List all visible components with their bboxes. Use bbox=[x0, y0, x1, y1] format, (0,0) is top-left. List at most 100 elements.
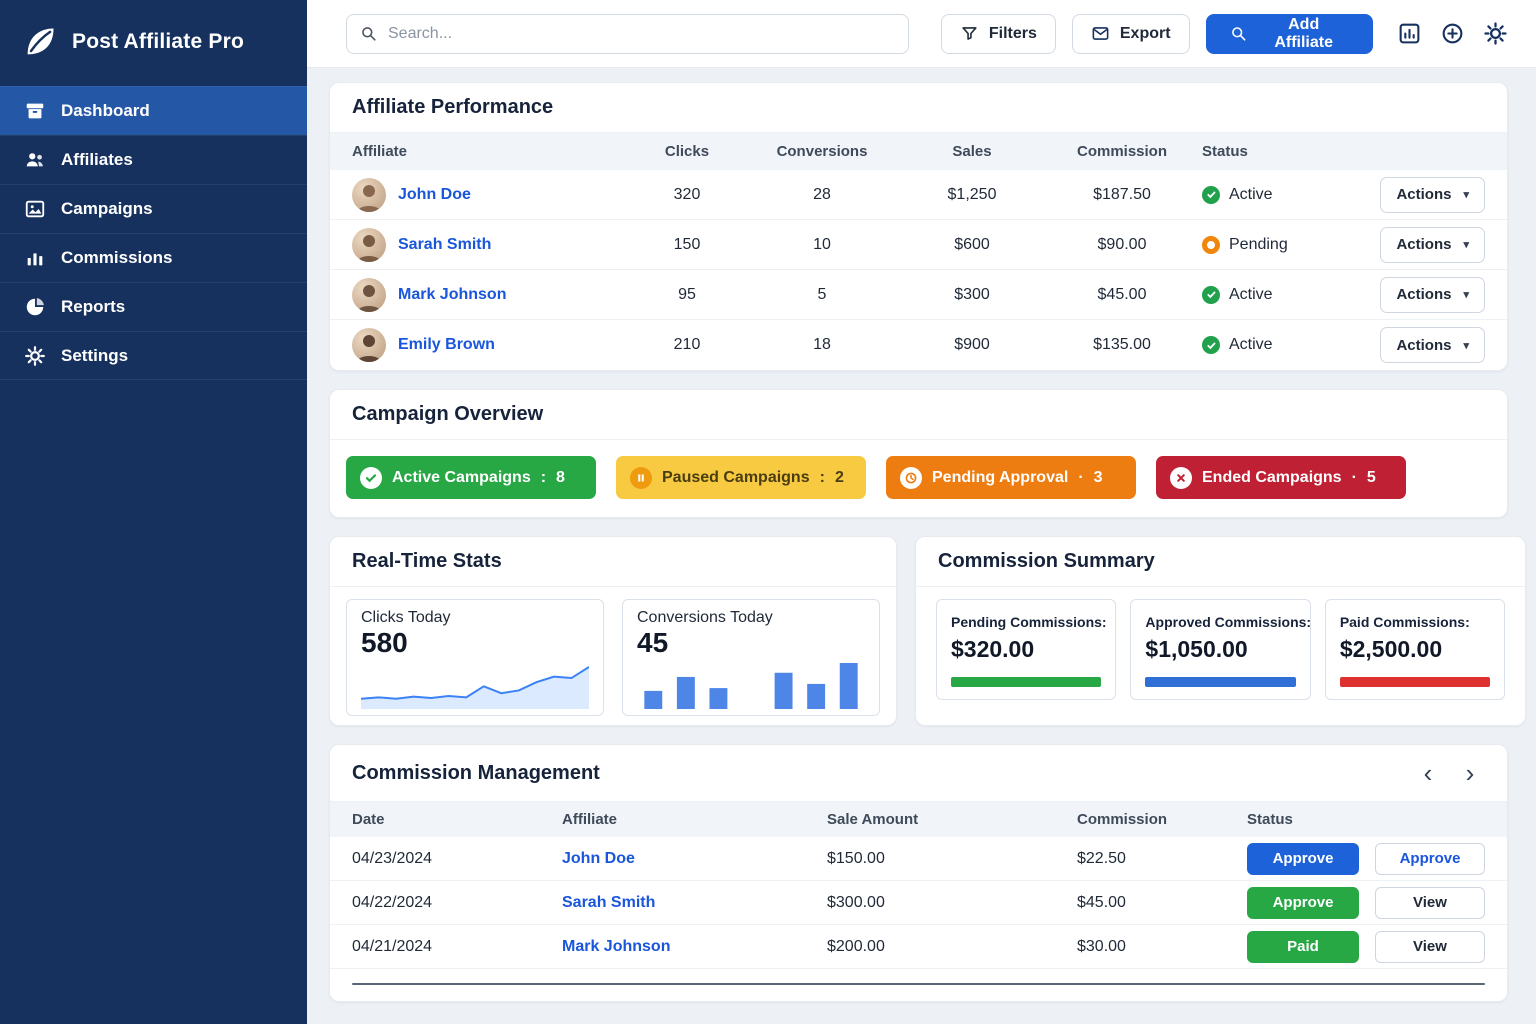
table-row: John Doe 320 28 $1,250 $187.50 Active Ac… bbox=[330, 170, 1507, 220]
management-table-header: Date Affiliate Sale Amount Commission St… bbox=[330, 802, 1507, 837]
add-affiliate-button[interactable]: Add Affiliate bbox=[1206, 14, 1373, 54]
sidebar-item-commissions[interactable]: Commissions bbox=[0, 233, 307, 282]
sales-value: $300 bbox=[902, 286, 1042, 304]
table-row: Sarah Smith 150 10 $600 $90.00 Pending A… bbox=[330, 220, 1507, 270]
column-header-affiliate: Affiliate bbox=[352, 143, 632, 160]
envelope-icon bbox=[1091, 24, 1110, 43]
affiliate-name-link[interactable]: Sarah Smith bbox=[562, 894, 827, 912]
chevron-down-icon: ▾ bbox=[1463, 238, 1469, 251]
column-header-status: Status bbox=[1247, 811, 1375, 828]
affiliate-name-link[interactable]: Mark Johnson bbox=[398, 286, 506, 304]
search-box bbox=[346, 14, 909, 54]
app-title: Post Affiliate Pro bbox=[72, 30, 244, 54]
actions-dropdown-button[interactable]: Actions▾ bbox=[1380, 227, 1485, 263]
paused-campaigns-stat[interactable]: Paused Campaigns : 2 bbox=[616, 456, 866, 499]
main-area: Filters Export Add Affiliate Affiliate P… bbox=[307, 0, 1536, 1024]
actions-dropdown-button[interactable]: Actions▾ bbox=[1380, 177, 1485, 213]
gear-icon[interactable] bbox=[1483, 21, 1508, 46]
commission-value: $30.00 bbox=[1077, 938, 1247, 956]
leaf-logo-icon bbox=[22, 24, 58, 60]
affiliate-name-link[interactable]: John Doe bbox=[398, 186, 471, 204]
campaign-stats-row: Active Campaigns : 8 Paused Campaigns : … bbox=[330, 440, 1507, 517]
export-button[interactable]: Export bbox=[1072, 14, 1190, 54]
commission-management-title: Commission Management bbox=[352, 762, 600, 785]
affiliates-icon bbox=[24, 149, 46, 171]
analytics-icon[interactable] bbox=[1397, 21, 1422, 46]
performance-table-header: Affiliate Clicks Conversions Sales Commi… bbox=[330, 133, 1507, 170]
conversions-value: 28 bbox=[742, 186, 902, 204]
realtime-stats-card: Real-Time Stats Clicks Today 580 Convers… bbox=[329, 536, 897, 726]
commission-value: $22.50 bbox=[1077, 850, 1247, 868]
clicks-value: 95 bbox=[632, 286, 742, 304]
table-row: Mark Johnson 95 5 $300 $45.00 Active Act… bbox=[330, 270, 1507, 320]
sidebar-item-affiliates[interactable]: Affiliates bbox=[0, 135, 307, 184]
actions-dropdown-button[interactable]: Actions▾ bbox=[1380, 327, 1485, 363]
search-input[interactable] bbox=[388, 25, 896, 43]
sale-amount-value: $300.00 bbox=[827, 894, 1077, 912]
status-badge: Pending bbox=[1229, 236, 1288, 254]
clock-circle-icon bbox=[900, 467, 922, 489]
commissions-icon bbox=[24, 247, 46, 269]
sidebar-item-dashboard[interactable]: Dashboard bbox=[0, 86, 307, 135]
actions-dropdown-button[interactable]: Actions▾ bbox=[1380, 277, 1485, 313]
commission-value: $45.00 bbox=[1042, 286, 1202, 304]
paid-button[interactable]: Paid bbox=[1247, 931, 1359, 963]
row-action-button[interactable]: Approve bbox=[1375, 843, 1485, 875]
add-circle-icon[interactable] bbox=[1440, 21, 1465, 46]
commission-value: $187.50 bbox=[1042, 186, 1202, 204]
conversions-value: 10 bbox=[742, 236, 902, 254]
clicks-sparkline-chart bbox=[361, 661, 589, 709]
sales-value: $900 bbox=[902, 336, 1042, 354]
conversions-value: 18 bbox=[742, 336, 902, 354]
clicks-today-box: Clicks Today 580 bbox=[346, 599, 604, 716]
affiliate-name-link[interactable]: Mark Johnson bbox=[562, 938, 827, 956]
row-action-button[interactable]: View bbox=[1375, 931, 1485, 963]
prev-page-button[interactable]: ‹ bbox=[1413, 758, 1443, 788]
sidebar-item-label: Commissions bbox=[61, 248, 172, 268]
stat-count: 2 bbox=[835, 469, 844, 487]
active-campaigns-stat[interactable]: Active Campaigns : 8 bbox=[346, 456, 596, 499]
sidebar-item-label: Affiliates bbox=[61, 150, 133, 170]
table-pager: ‹ › bbox=[1413, 758, 1485, 788]
status-pending-icon bbox=[1202, 236, 1220, 254]
clicks-value: 150 bbox=[632, 236, 742, 254]
pending-approval-stat[interactable]: Pending Approval · 3 bbox=[886, 456, 1136, 499]
sidebar-item-reports[interactable]: Reports bbox=[0, 282, 307, 331]
column-header-affiliate: Affiliate bbox=[562, 811, 827, 828]
approved-commissions-box: Approved Commissions: $1,050.00 bbox=[1130, 599, 1310, 700]
search-icon bbox=[359, 24, 378, 43]
sidebar: Post Affiliate Pro Dashboard Affiliates … bbox=[0, 0, 307, 1024]
paid-commissions-value: $2,500.00 bbox=[1340, 636, 1490, 663]
sidebar-item-label: Dashboard bbox=[61, 101, 150, 121]
status-badge: Active bbox=[1229, 336, 1273, 354]
status-active-icon bbox=[1202, 186, 1220, 204]
column-header-conversions: Conversions bbox=[742, 143, 902, 160]
stat-count: 8 bbox=[556, 469, 565, 487]
next-page-button[interactable]: › bbox=[1455, 758, 1485, 788]
date-value: 04/22/2024 bbox=[352, 894, 562, 912]
add-affiliate-label: Add Affiliate bbox=[1257, 16, 1350, 52]
sidebar-item-label: Settings bbox=[61, 346, 128, 366]
approve-button[interactable]: Approve bbox=[1247, 887, 1359, 919]
affiliate-name-link[interactable]: Emily Brown bbox=[398, 336, 495, 354]
sale-amount-value: $200.00 bbox=[827, 938, 1077, 956]
campaign-overview-card: Campaign Overview Active Campaigns : 8 P… bbox=[329, 389, 1508, 518]
approved-progress-bar bbox=[1145, 677, 1295, 687]
sidebar-item-campaigns[interactable]: Campaigns bbox=[0, 184, 307, 233]
paid-progress-bar bbox=[1340, 677, 1490, 687]
dashboard-content: Affiliate Performance Affiliate Clicks C… bbox=[307, 68, 1536, 1024]
topbar: Filters Export Add Affiliate bbox=[307, 0, 1536, 68]
row-action-button[interactable]: View bbox=[1375, 887, 1485, 919]
conversions-today-box: Conversions Today 45 bbox=[622, 599, 880, 716]
table-row: 04/23/2024 John Doe $150.00 $22.50 Appro… bbox=[330, 837, 1507, 881]
filters-label: Filters bbox=[989, 25, 1037, 43]
approve-button[interactable]: Approve bbox=[1247, 843, 1359, 875]
affiliate-name-link[interactable]: John Doe bbox=[562, 850, 827, 868]
affiliate-name-link[interactable]: Sarah Smith bbox=[398, 236, 491, 254]
sidebar-item-settings[interactable]: Settings bbox=[0, 331, 307, 380]
chevron-down-icon: ▾ bbox=[1463, 339, 1469, 352]
column-header-commission: Commission bbox=[1042, 143, 1202, 160]
ended-campaigns-stat[interactable]: Ended Campaigns · 5 bbox=[1156, 456, 1406, 499]
commission-value: $135.00 bbox=[1042, 336, 1202, 354]
filters-button[interactable]: Filters bbox=[941, 14, 1056, 54]
